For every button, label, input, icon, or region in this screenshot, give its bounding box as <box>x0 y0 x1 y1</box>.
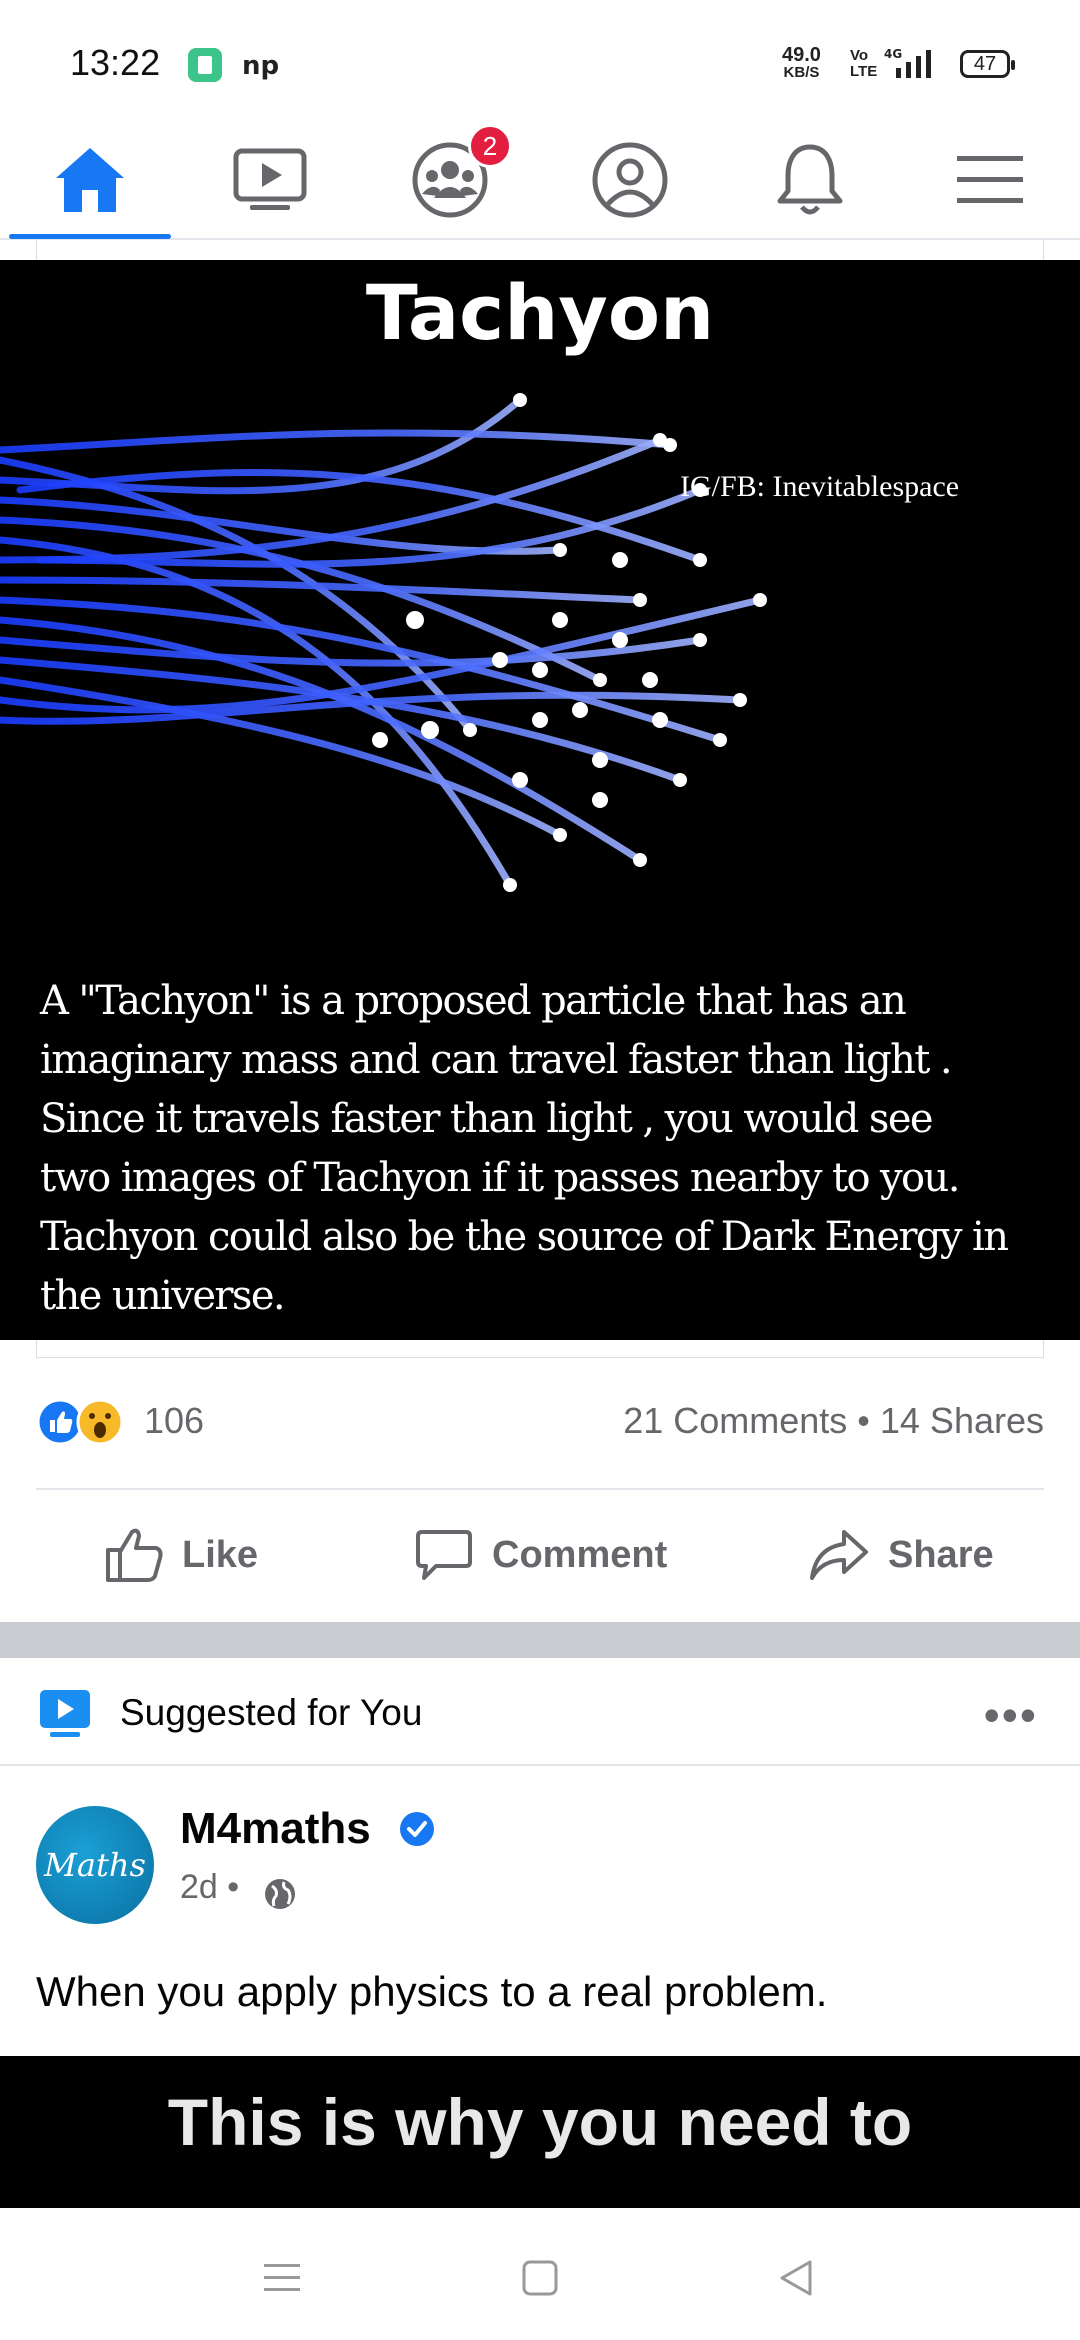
comment-icon <box>416 1530 472 1580</box>
body-line: the universe. <box>40 1273 286 1319</box>
reaction-count[interactable]: 106 <box>144 1400 204 1442</box>
nav-groups-tab[interactable]: 2 <box>360 120 540 240</box>
svg-text:np: np <box>242 51 278 81</box>
speed-value: 49.0 <box>782 44 821 66</box>
comments-shares-count[interactable]: 21 Comments • 14 Shares <box>623 1400 1044 1442</box>
speed-unit: KB/S <box>783 64 820 81</box>
top-navigation: 2 <box>0 120 1080 240</box>
nav-home-tab[interactable] <box>0 120 180 240</box>
like-button[interactable]: Like <box>104 1520 258 1590</box>
recent-apps-icon[interactable] <box>262 2260 302 2296</box>
nav-profile-tab[interactable] <box>540 120 720 240</box>
active-tab-indicator <box>9 234 171 239</box>
fiber-optic-illustration <box>0 393 767 892</box>
image-body-text: A "Tachyon" is a proposed particle that … <box>40 972 1080 1326</box>
body-line: Since it travels faster than light , you… <box>40 1096 934 1142</box>
reaction-icons[interactable] <box>36 1396 136 1448</box>
image-title: Tachyon <box>365 268 715 357</box>
post-image[interactable]: Tachyon IG/FB: Inevitablespace A "Tachyo… <box>0 260 1080 1340</box>
body-line: imaginary mass and can travel faster tha… <box>40 1037 953 1083</box>
share-arrow-icon <box>810 1530 868 1580</box>
watch-suggested-icon <box>40 1690 90 1737</box>
like-reaction-icon <box>36 1398 84 1446</box>
wow-reaction-icon <box>76 1398 124 1446</box>
home-button-icon[interactable] <box>520 2258 560 2298</box>
post-time[interactable]: 2d • <box>180 1868 239 1907</box>
system-navigation-bar <box>0 2208 1080 2340</box>
body-line: Tachyon could also be the source of Dark… <box>40 1214 1009 1260</box>
video-preview[interactable]: This is why you need to <box>0 2056 1080 2208</box>
nav-notifications-tab[interactable] <box>720 120 900 240</box>
network-speed: 49.0 KB/S <box>782 44 821 82</box>
suggested-header: Suggested for You ••• <box>0 1658 1080 1766</box>
more-options-button[interactable]: ••• <box>984 1688 1038 1742</box>
notification-badge: 2 <box>468 124 512 168</box>
clock: 13:22 <box>70 42 161 83</box>
page-name-link[interactable]: M4maths <box>180 1804 371 1854</box>
preview-text: This is why you need to <box>167 2085 913 2159</box>
np-app-icon: np <box>240 46 279 84</box>
body-line: A "Tachyon" is a proposed particle that … <box>40 978 907 1024</box>
body-line: two images of Tachyon if it passes nearb… <box>40 1155 960 1201</box>
nav-menu-tab[interactable] <box>900 120 1080 240</box>
post-caption: When you apply physics to a real problem… <box>36 1968 828 2015</box>
page-avatar[interactable]: Maths <box>36 1806 154 1924</box>
divider <box>36 1488 1044 1490</box>
profile-icon <box>592 142 668 218</box>
svg-text:4G: 4G <box>884 47 902 61</box>
hamburger-menu-icon <box>957 156 1023 203</box>
video-icon <box>233 148 307 210</box>
verified-badge-icon <box>400 1812 434 1846</box>
battery-indicator: 47 <box>960 50 1015 78</box>
feed-separator <box>0 1622 1080 1658</box>
image-credit: IG/FB: Inevitablespace <box>680 470 960 503</box>
reactions-bar: 106 21 Comments • 14 Shares <box>36 1390 1044 1450</box>
suggested-label: Suggested for You <box>120 1692 423 1733</box>
comment-label: Comment <box>492 1533 668 1576</box>
back-button-icon[interactable] <box>776 2258 816 2298</box>
home-icon <box>56 148 124 212</box>
bell-icon <box>777 144 843 215</box>
status-bar: 13:22 np 49.0 KB/S Vo LTE 4G 47 <box>0 0 1080 120</box>
nav-watch-tab[interactable] <box>180 120 360 240</box>
app-notification-icon <box>186 46 224 84</box>
share-button[interactable]: Share <box>808 1520 994 1590</box>
thumbs-up-icon <box>106 1528 163 1582</box>
comment-button[interactable]: Comment <box>414 1520 667 1590</box>
share-label: Share <box>888 1533 994 1576</box>
like-label: Like <box>182 1533 259 1576</box>
globe-icon <box>265 1879 295 1909</box>
signal-indicator: 4G <box>882 46 942 84</box>
volte-indicator: Vo LTE <box>850 47 878 80</box>
